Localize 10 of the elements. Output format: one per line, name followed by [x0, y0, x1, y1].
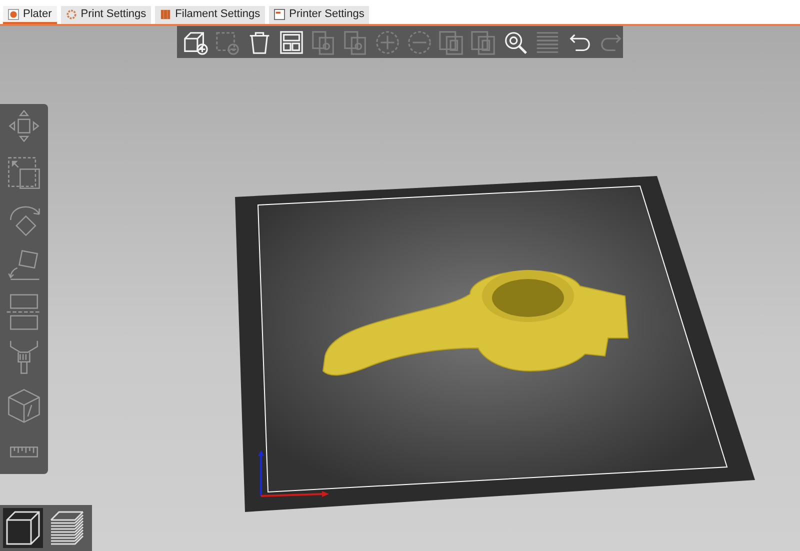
tab[interactable]: Plater [3, 6, 57, 24]
tab[interactable]: Printer Settings [269, 6, 370, 24]
gear-icon [66, 8, 77, 20]
axes-icon [259, 450, 329, 500]
spool-icon [160, 8, 172, 20]
tab[interactable]: Print Settings [60, 6, 152, 24]
plater-icon [8, 8, 19, 20]
cube-view-icon[interactable] [3, 508, 43, 548]
tab[interactable]: Filament Settings [155, 6, 266, 24]
printer-icon [274, 8, 286, 20]
